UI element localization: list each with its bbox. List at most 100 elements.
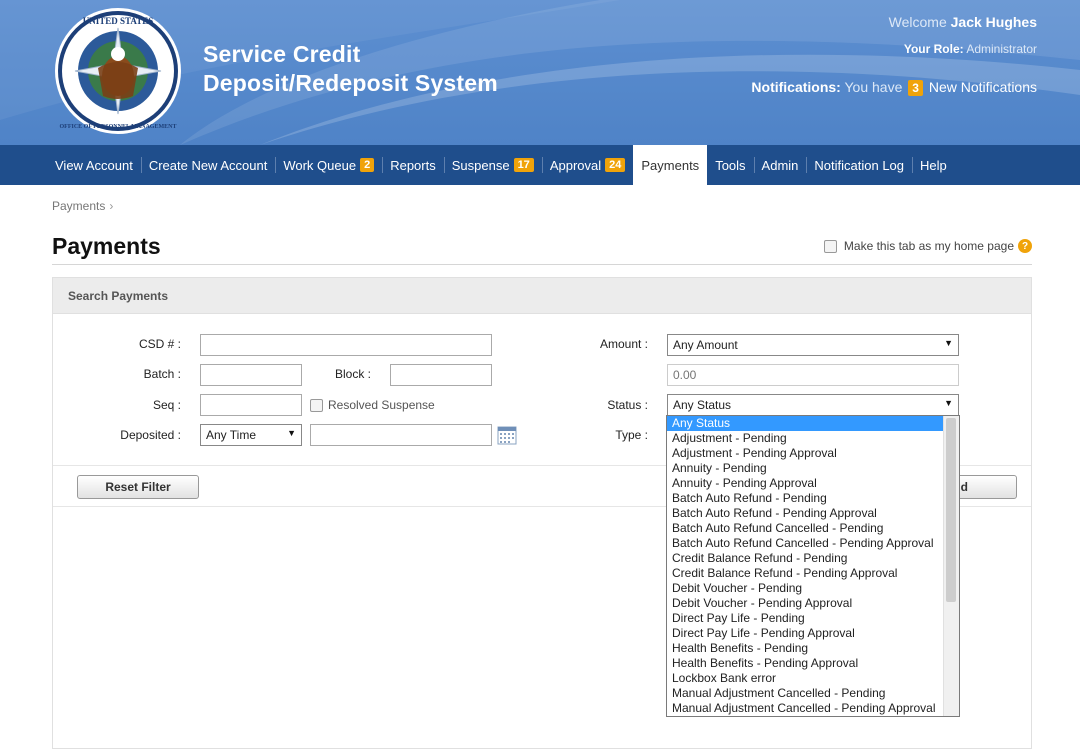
status-option[interactable]: Credit Balance Refund - Pending	[667, 551, 945, 566]
status-option[interactable]: Any Status	[667, 416, 945, 431]
status-option[interactable]: Batch Auto Refund Cancelled - Pending	[667, 521, 945, 536]
chevron-down-icon: ▼	[944, 338, 953, 348]
approval-count-badge: 24	[605, 158, 626, 172]
suspense-count-badge: 17	[513, 158, 534, 172]
status-option[interactable]: Batch Auto Refund Cancelled - Pending Ap…	[667, 536, 945, 551]
welcome-text: Welcome Jack Hughes	[751, 14, 1037, 30]
work-queue-count-badge: 2	[360, 158, 375, 172]
status-label: Status :	[607, 398, 648, 412]
app-header: UNITED STATES OFFICE OF PERSONNEL MANAGE…	[0, 0, 1080, 145]
nav-help[interactable]: Help	[912, 145, 955, 185]
deposited-date-input[interactable]	[310, 424, 492, 446]
notifications[interactable]: Notifications: You have 3 New Notificati…	[751, 79, 1037, 96]
dropdown-scrollbar[interactable]	[943, 416, 959, 716]
amount-value: Any Amount	[673, 338, 738, 352]
seal-top-text: UNITED STATES	[83, 16, 153, 26]
nav-label: Notification Log	[814, 157, 905, 173]
breadcrumb-item-payments[interactable]: Payments	[52, 199, 105, 213]
nav-reports[interactable]: Reports	[382, 145, 444, 185]
home-page-toggle[interactable]: Make this tab as my home page ?	[823, 239, 1032, 253]
status-option[interactable]: Lockbox Bank error	[667, 671, 945, 686]
nav-admin[interactable]: Admin	[753, 145, 807, 185]
nav-tools[interactable]: Tools	[707, 145, 753, 185]
chevron-down-icon: ▼	[944, 398, 953, 408]
deposited-select[interactable]: Any Time ▼	[200, 424, 302, 446]
amount-input[interactable]	[667, 364, 959, 386]
status-option[interactable]: Annuity - Pending Approval	[667, 476, 945, 491]
status-dropdown-list[interactable]: Any Status Adjustment - Pending Adjustment…	[666, 415, 960, 717]
user-name: Jack Hughes	[950, 14, 1037, 30]
nav-notification-log[interactable]: Notification Log	[806, 145, 912, 185]
title-divider	[52, 264, 1032, 265]
page-title: Payments	[52, 233, 161, 259]
block-label: Block :	[334, 367, 371, 381]
status-option[interactable]: Health Benefits - Pending	[667, 641, 945, 656]
resolved-suspense-checkbox[interactable]	[310, 398, 323, 412]
notifications-link[interactable]: New Notifications	[929, 79, 1037, 95]
seq-input[interactable]	[200, 394, 302, 416]
notifications-label: Notifications:	[751, 79, 841, 95]
chevron-down-icon: ▼	[287, 428, 296, 438]
status-option[interactable]: Debit Voucher - Pending Approval	[667, 596, 945, 611]
nav-view-account[interactable]: View Account	[47, 145, 141, 185]
status-select[interactable]: Any Status ▼	[667, 394, 959, 416]
type-label: Type :	[615, 428, 648, 442]
opm-seal-logo: UNITED STATES OFFICE OF PERSONNEL MANAGE…	[55, 8, 181, 134]
status-option[interactable]: Credit Balance Refund - Pending Approval	[667, 566, 945, 581]
breadcrumb-separator-icon: ›	[109, 199, 114, 213]
nav-payments[interactable]: Payments	[633, 145, 708, 185]
status-option[interactable]: Debit Voucher - Pending	[667, 581, 945, 596]
breadcrumb: Payments ›	[52, 199, 113, 213]
nav-label: Reports	[390, 157, 436, 173]
block-input[interactable]	[390, 364, 492, 386]
nav-label: Create New Account	[148, 157, 268, 173]
notifications-prefix: You have	[844, 79, 903, 95]
user-role: Your Role: Administrator	[751, 42, 1037, 56]
seal-bottom-text: OFFICE OF PERSONNEL MANAGEMENT	[60, 124, 177, 130]
nav-label: Payments	[641, 157, 700, 173]
status-option[interactable]: Health Benefits - Pending Approval	[667, 656, 945, 671]
nav-label: Admin	[761, 157, 799, 173]
nav-approval[interactable]: Approval 24	[541, 145, 634, 185]
nav-label: Approval	[549, 157, 602, 173]
status-option[interactable]: Manual Adjustment Cancelled - Pending Ap…	[667, 701, 945, 716]
status-option[interactable]: Adjustment - Pending Approval	[667, 446, 945, 461]
nav-create-new-account[interactable]: Create New Account	[140, 145, 276, 185]
status-option[interactable]: Direct Pay Life - Pending Approval	[667, 626, 945, 641]
amount-select[interactable]: Any Amount ▼	[667, 334, 959, 356]
status-option[interactable]: Manual Adjustment Cancelled - Pending	[667, 686, 945, 701]
amount-label: Amount :	[599, 337, 648, 351]
calendar-icon[interactable]	[497, 425, 517, 445]
reset-filter-button[interactable]: Reset Filter	[77, 475, 199, 499]
nav-label: View Account	[55, 157, 133, 173]
status-options: Any Status Adjustment - Pending Adjustment…	[667, 416, 945, 716]
nav-suspense[interactable]: Suspense 17	[443, 145, 542, 185]
status-option[interactable]: Adjustment - Pending	[667, 431, 945, 446]
resolved-suspense-label: Resolved Suspense	[328, 398, 435, 412]
nav-label: Work Queue	[283, 157, 357, 173]
resolved-suspense-toggle[interactable]: Resolved Suspense	[310, 398, 435, 412]
nav-label: Tools	[715, 157, 746, 173]
status-option[interactable]: Batch Auto Refund - Pending Approval	[667, 506, 945, 521]
batch-input[interactable]	[200, 364, 302, 386]
user-info: Welcome Jack Hughes Your Role: Administr…	[751, 14, 1037, 96]
status-option[interactable]: Annuity - Pending	[667, 461, 945, 476]
csd-label: CSD # :	[138, 337, 181, 351]
csd-input[interactable]	[200, 334, 492, 356]
deposited-label: Deposited :	[120, 428, 181, 442]
help-icon[interactable]: ?	[1018, 239, 1032, 253]
nav-label: Suspense	[451, 157, 510, 173]
panel-title: Search Payments	[53, 278, 1031, 314]
nav-work-queue[interactable]: Work Queue 2	[275, 145, 382, 185]
status-option[interactable]: Direct Pay Life - Pending	[667, 611, 945, 626]
home-page-checkbox[interactable]	[823, 239, 837, 253]
status-value: Any Status	[673, 398, 732, 412]
notifications-count-badge[interactable]: 3	[908, 80, 923, 96]
home-page-label: Make this tab as my home page	[843, 239, 1014, 253]
seq-label: Seq :	[152, 398, 181, 412]
welcome-prefix: Welcome	[888, 14, 947, 30]
role-label: Your Role:	[903, 42, 964, 56]
app-title-line2: Deposit/Redeposit System	[203, 70, 498, 96]
status-option[interactable]: Batch Auto Refund - Pending	[667, 491, 945, 506]
dropdown-scrollbar-thumb[interactable]	[946, 418, 956, 602]
